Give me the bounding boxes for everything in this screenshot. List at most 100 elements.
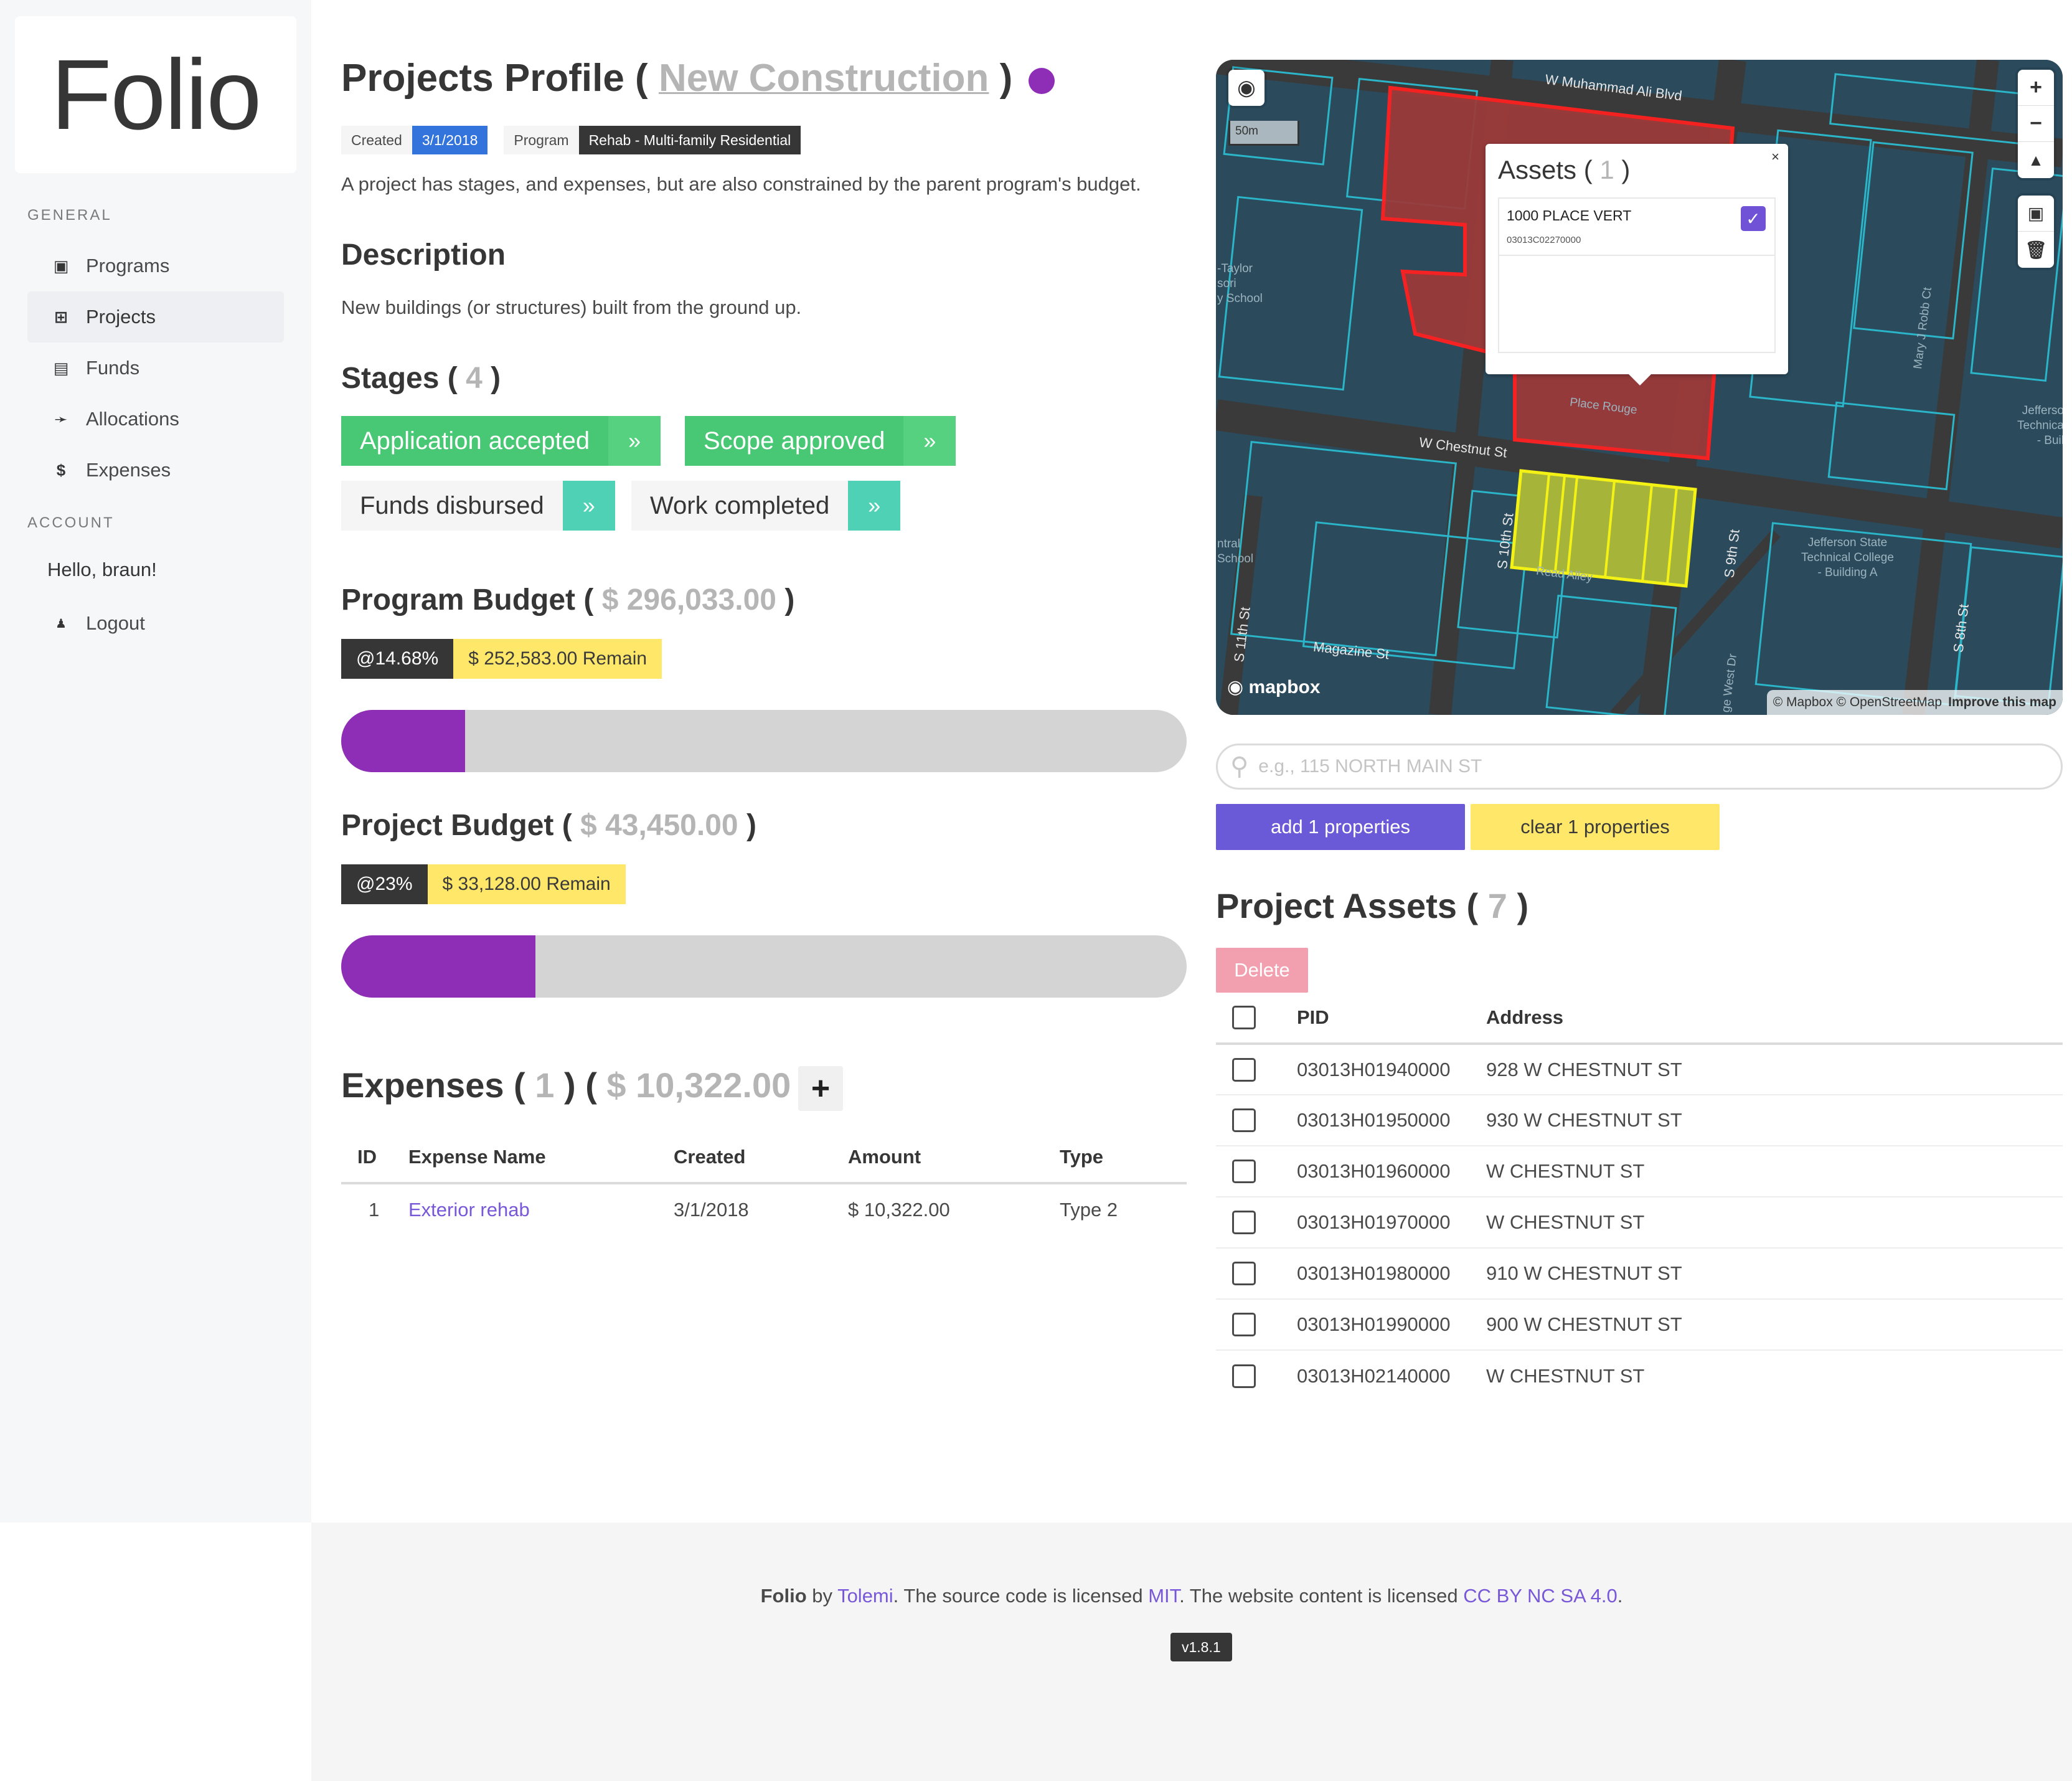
asset-address: W CHESTNUT ST <box>1486 1146 2063 1198</box>
program-type-link[interactable]: New Construction <box>659 57 989 100</box>
table-row[interactable]: 03013H01940000 928 W CHESTNUT ST <box>1216 1044 2063 1095</box>
table-row[interactable]: 03013H01950000 930 W CHESTNUT ST <box>1216 1095 2063 1146</box>
logout-link[interactable]: ♟ Logout <box>27 598 284 649</box>
col-address: Address <box>1486 993 2063 1045</box>
program-budget-percent: @14.68% <box>341 639 454 679</box>
menu-label-account: ACCOUNT <box>27 514 115 531</box>
table-row[interactable]: 03013H01970000 W CHESTNUT ST <box>1216 1197 2063 1249</box>
sidebar-item-label: Projects <box>86 306 156 328</box>
funds-icon: ▤ <box>53 358 69 377</box>
row-checkbox[interactable] <box>1232 1364 1256 1388</box>
sidebar-item-expenses[interactable]: $ Expenses <box>27 445 284 496</box>
add-expense-button[interactable]: + <box>798 1066 843 1111</box>
project-budget-progress <box>341 935 1187 998</box>
col-type: Type <box>1043 1132 1187 1184</box>
zoom-in-icon[interactable]: + <box>2018 70 2054 106</box>
chevron-right-icon[interactable]: » <box>562 481 615 531</box>
logout-label: Logout <box>86 612 145 634</box>
version-badge: v1.8.1 <box>1170 1633 1232 1661</box>
stage-work-completed[interactable]: Work completed » <box>631 481 901 531</box>
clear-properties-button[interactable]: clear 1 properties <box>1471 804 1720 850</box>
chevron-right-icon[interactable]: » <box>903 416 956 466</box>
place-label: -Taylor sori y School <box>1217 262 1263 306</box>
program-budget-tags: @14.68% $ 252,583.00 Remain <box>341 639 662 679</box>
program-tag-label: Program <box>504 126 579 154</box>
program-budget-heading: Program Budget ( $ 296,033.00 ) <box>341 583 794 617</box>
code-license-link[interactable]: MIT <box>1148 1585 1179 1607</box>
expenses-table: ID Expense Name Created Amount Type 1 Ex… <box>341 1132 1187 1235</box>
polygon-draw-icon[interactable]: ▣ <box>2018 196 2054 232</box>
expense-amount: $ 10,322.00 <box>848 1199 950 1221</box>
row-checkbox[interactable] <box>1232 1313 1256 1337</box>
row-checkbox[interactable] <box>1232 1262 1256 1286</box>
project-budget-tags: @23% $ 33,128.00 Remain <box>341 864 626 904</box>
row-checkbox[interactable] <box>1232 1057 1256 1082</box>
expense-name[interactable]: Exterior rehab <box>408 1199 530 1221</box>
zoom-controls: + − ▲ <box>2018 70 2054 178</box>
mapbox-logo[interactable]: ◉ mapbox <box>1227 676 1321 698</box>
place-label-line: ntral <box>1217 537 1240 550</box>
program-budget-close: ) <box>784 583 795 616</box>
brand-logo[interactable]: Folio <box>15 16 296 173</box>
footer-text-part: . <box>1617 1585 1623 1607</box>
created-tag-label: Created <box>341 126 412 154</box>
trash-icon[interactable]: 🗑 <box>2018 232 2054 268</box>
list-item[interactable]: 1000 PLACE VERT 03013C02270000 ✓ <box>1499 199 1774 256</box>
crosshair-icon[interactable]: ◉ <box>1228 70 1264 106</box>
geolocate-control[interactable]: ◉ <box>1228 70 1264 106</box>
stages-heading: Stages ( 4 ) <box>341 361 501 395</box>
checkbox-checked-icon[interactable]: ✓ <box>1741 206 1766 231</box>
address-search[interactable]: ⚲ <box>1216 744 2063 790</box>
col-pid: PID <box>1297 993 1486 1045</box>
footer-text-part: by <box>806 1585 838 1607</box>
sidebar-item-allocations[interactable]: ➛ Allocations <box>27 394 284 445</box>
stage-funds-disbursed[interactable]: Funds disbursed » <box>341 481 615 531</box>
place-label: Jefferso Technica - Buil <box>2008 404 2063 448</box>
select-all-checkbox[interactable] <box>1232 1006 1256 1030</box>
stage-scope-approved[interactable]: Scope approved » <box>685 416 956 466</box>
delete-button[interactable]: Delete <box>1216 948 1308 993</box>
chevron-right-icon[interactable]: » <box>848 481 901 531</box>
table-row[interactable]: 03013H01990000 900 W CHESTNUT ST <box>1216 1299 2063 1351</box>
add-properties-button[interactable]: add 1 properties <box>1216 804 1465 850</box>
asset-pid: 03013H01960000 <box>1297 1146 1486 1198</box>
col-created: Created <box>657 1132 832 1184</box>
user-icon: ♟ <box>55 616 67 631</box>
asset-name: 1000 PLACE VERT <box>1507 207 1632 224</box>
sidebar-item-funds[interactable]: ▤ Funds <box>27 342 284 394</box>
assets-heading-label: Project Assets ( <box>1216 886 1479 925</box>
sidebar-item-label: Funds <box>86 357 140 379</box>
stage-label: Application accepted <box>341 416 609 466</box>
table-row[interactable]: 03013H01960000 W CHESTNUT ST <box>1216 1146 2063 1198</box>
row-checkbox[interactable] <box>1232 1108 1256 1133</box>
asset-address: 910 W CHESTNUT ST <box>1486 1248 2063 1300</box>
expense-name-link[interactable]: Exterior rehab <box>392 1183 657 1235</box>
footer: Folio by Tolemi. The source code is lice… <box>311 1523 2072 1781</box>
map[interactable]: W Muhammad Ali Blvd W Chestnut St Magazi… <box>1216 60 2063 715</box>
author-link[interactable]: Tolemi <box>837 1585 893 1607</box>
sidebar-item-programs[interactable]: ▣ Programs <box>27 240 284 291</box>
row-select-cell <box>1216 1350 1297 1401</box>
stage-application-accepted[interactable]: Application accepted » <box>341 416 661 466</box>
assets-count: 7 <box>1487 886 1507 925</box>
improve-map-link[interactable]: Improve this map <box>1948 695 2056 710</box>
expenses-heading: Expenses ( 1 ) ( $ 10,322.00 ) <box>341 1065 812 1105</box>
chevron-right-icon[interactable]: » <box>608 416 661 466</box>
asset-pid: 03013H02140000 <box>1297 1364 1451 1387</box>
search-input[interactable] <box>1258 756 2006 777</box>
table-row[interactable]: 03013H02140000 W CHESTNUT ST <box>1216 1350 2063 1401</box>
row-checkbox[interactable] <box>1232 1160 1256 1184</box>
row-checkbox[interactable] <box>1232 1211 1256 1235</box>
status-dot <box>1028 67 1055 94</box>
close-icon[interactable]: × <box>1771 149 1779 165</box>
expenses-heading-mid: ) ( <box>563 1065 597 1105</box>
zoom-out-icon[interactable]: − <box>2018 106 2054 142</box>
compass-icon[interactable]: ▲ <box>2018 142 2054 178</box>
stage-label: Work completed <box>631 481 849 531</box>
sidebar-item-projects[interactable]: ⊞ Projects <box>27 291 284 342</box>
attribution-text[interactable]: © Mapbox © OpenStreetMap <box>1773 695 1942 710</box>
program-tag-value[interactable]: Rehab - Multi-family Residential <box>578 126 801 154</box>
content-license-link[interactable]: CC BY NC SA 4.0 <box>1463 1585 1618 1607</box>
place-label-line: sori <box>1217 277 1236 290</box>
table-row[interactable]: 03013H01980000 910 W CHESTNUT ST <box>1216 1248 2063 1300</box>
